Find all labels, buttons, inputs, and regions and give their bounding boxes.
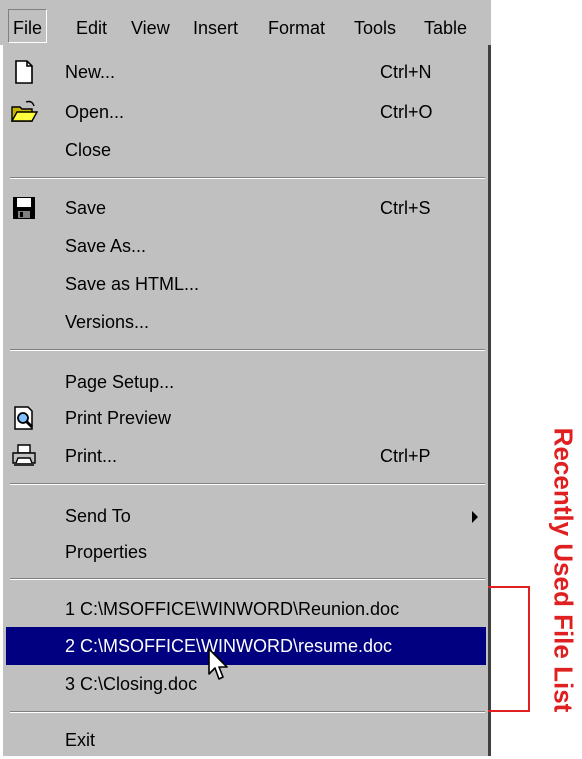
open-folder-icon: [10, 100, 38, 122]
annotation-label: Recently Used File List: [546, 390, 580, 750]
print-preview-icon: [14, 406, 34, 430]
menu-item-page-setup[interactable]: Page Setup...: [6, 363, 486, 401]
menu-item-label: Save As...: [65, 236, 147, 256]
menu-item-print-preview[interactable]: Print Preview: [6, 399, 486, 437]
mouse-cursor-icon: [208, 648, 228, 680]
menu-item-versions[interactable]: Versions...: [6, 303, 486, 341]
submenu-arrow-icon: [472, 511, 478, 523]
menu-separator: [10, 578, 485, 580]
menubar-tools[interactable]: Tools: [354, 17, 396, 39]
menubar-edit[interactable]: Edit: [76, 17, 107, 39]
shortcut-label: Ctrl+S: [380, 198, 431, 218]
menu-item-open[interactable]: Open... Ctrl+O: [6, 93, 486, 131]
save-disk-icon: [13, 197, 35, 219]
annotation-bracket: [488, 586, 530, 712]
menu-item-label: Page Setup...: [65, 372, 175, 392]
menu-item-label: Exit: [65, 730, 96, 750]
file-menu: New... Ctrl+N Open... Ctrl+O Close Save …: [0, 45, 491, 756]
menu-item-close[interactable]: Close: [6, 131, 486, 169]
menu-separator: [10, 483, 485, 485]
menu-item-save-as[interactable]: Save As...: [6, 227, 486, 265]
menu-item-label: Print...: [65, 446, 118, 466]
menu-item-label: Versions...: [65, 312, 150, 332]
menu-separator: [10, 711, 485, 713]
menu-item-exit[interactable]: Exit: [6, 721, 486, 759]
shortcut-label: Ctrl+N: [380, 62, 432, 82]
menubar-format[interactable]: Format: [268, 17, 325, 39]
menu-item-send-to[interactable]: Send To: [6, 497, 486, 535]
menu-item-save-as-html[interactable]: Save as HTML...: [6, 265, 486, 303]
recent-file-3[interactable]: 3 C:\Closing.doc: [6, 665, 486, 703]
menu-item-label: Close: [65, 140, 112, 160]
recent-file-1[interactable]: 1 C:\MSOFFICE\WINWORD\Reunion.doc: [6, 590, 486, 628]
menu-item-label: New...: [65, 62, 116, 82]
menu-item-new[interactable]: New... Ctrl+N: [6, 53, 486, 91]
menu-item-label: Save: [65, 198, 107, 218]
menu-item-label: Open...: [65, 102, 125, 122]
new-document-icon: [15, 60, 33, 84]
annotation-text: Recently Used File List: [548, 427, 579, 713]
menu-item-properties[interactable]: Properties: [6, 533, 486, 571]
menubar-file[interactable]: File: [8, 9, 48, 43]
menu-bar: File Edit View Insert Format Tools Table: [0, 0, 491, 45]
menu-separator: [10, 177, 485, 179]
menu-item-save[interactable]: Save Ctrl+S: [6, 189, 486, 227]
menu-item-label: 1 C:\MSOFFICE\WINWORD\Reunion.doc: [65, 599, 400, 619]
shortcut-label: Ctrl+P: [380, 446, 431, 466]
menu-item-label: Send To: [65, 506, 131, 526]
menu-item-label: Print Preview: [65, 408, 172, 428]
printer-icon: [12, 444, 36, 466]
menu-item-label: Save as HTML...: [65, 274, 200, 294]
menu-separator: [10, 349, 485, 351]
menu-item-label: Properties: [65, 542, 148, 562]
shortcut-label: Ctrl+O: [380, 102, 433, 122]
menu-item-label: 3 C:\Closing.doc: [65, 674, 198, 694]
menubar-view[interactable]: View: [131, 17, 170, 39]
recent-file-2[interactable]: 2 C:\MSOFFICE\WINWORD\resume.doc: [6, 627, 486, 665]
menubar-insert[interactable]: Insert: [193, 17, 238, 39]
menubar-table[interactable]: Table: [424, 17, 467, 39]
menu-item-print[interactable]: Print... Ctrl+P: [6, 437, 486, 475]
